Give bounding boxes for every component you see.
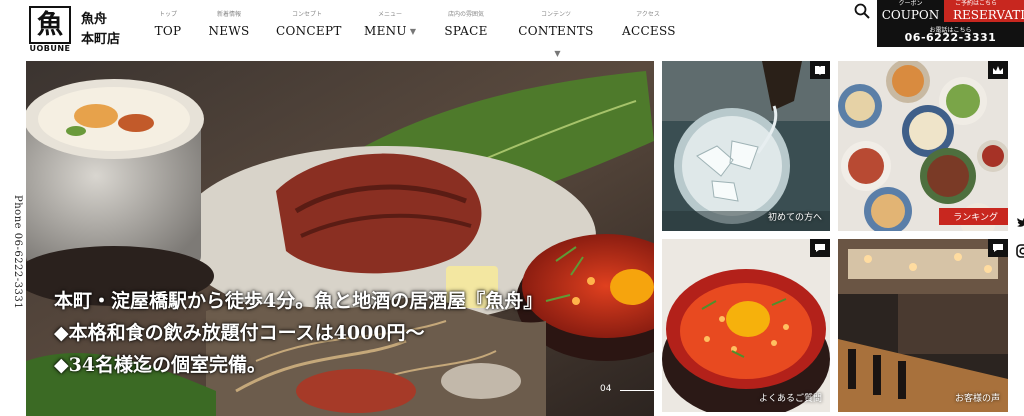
tile-first-visit[interactable]: 初めての方へ <box>662 61 830 231</box>
nav-concept-label: CONCEPT <box>276 24 342 38</box>
tile-faq-badge <box>810 239 830 257</box>
nav-top-label: TOP <box>154 24 182 38</box>
coupon-button[interactable]: クーポン COUPON <box>877 0 944 22</box>
nav-space-label: SPACE <box>444 24 488 38</box>
shop-name-line1: 魚舟 <box>81 12 108 27</box>
nav-contents[interactable]: コンテンツ CONTENTS ▼ <box>516 10 596 61</box>
tile-customer-voice-label: お客様の声 <box>954 394 1000 404</box>
nav-top[interactable]: トップ TOP <box>150 10 186 42</box>
nav-menu[interactable]: メニュー MENU ▼ <box>362 10 418 42</box>
nav-menu-jp: メニュー <box>377 11 402 18</box>
reservation-small-label: ご予約はこちら <box>955 0 998 7</box>
tile-ranking-photo <box>838 61 1008 231</box>
slide-page-indicator: 04 <box>600 384 612 394</box>
chat-icon <box>993 244 1003 252</box>
nav-news[interactable]: 新着情報 NEWS <box>208 10 250 42</box>
nav-menu-label: MENU <box>363 24 407 38</box>
tile-faq[interactable]: よくあるご質問 <box>662 239 830 412</box>
shop-name[interactable]: 魚舟 本町店 <box>81 10 120 50</box>
tile-ranking[interactable]: ランキング <box>838 61 1008 231</box>
nav-access-label: ACCESS <box>622 24 676 38</box>
chat-icon <box>815 244 825 252</box>
hero-caption-line3: ◆34名様迄の個室完備。 <box>54 354 267 376</box>
twitter-icon[interactable] <box>1016 216 1024 230</box>
tile-first-visit-photo <box>662 61 830 231</box>
tile-customer-voice-photo <box>838 239 1008 412</box>
shop-name-line2: 本町店 <box>81 32 121 47</box>
reservation-button[interactable]: ご予約はこちら RESERVATION <box>944 0 1024 22</box>
nav-contents-jp: コンテンツ <box>540 11 571 18</box>
search-icon[interactable] <box>853 2 871 20</box>
tile-first-visit-badge <box>810 61 830 79</box>
nav-concept-jp: コンセプト <box>291 11 322 18</box>
nav-access-jp: アクセス <box>636 11 660 18</box>
book-icon <box>815 66 825 75</box>
tile-customer-voice-badge <box>988 239 1008 257</box>
hero-caption-line1: 本町・淀屋橋駅から徒歩4分。魚と地酒の居酒屋『魚舟』 <box>54 290 543 312</box>
tile-first-visit-label: 初めての方へ <box>767 213 822 223</box>
hero-slideshow[interactable]: 本町・淀屋橋駅から徒歩4分。魚と地酒の居酒屋『魚舟』 ◆本格和食の飲み放題付コー… <box>26 61 654 416</box>
nav-space-jp: 店内の雰囲気 <box>447 11 484 18</box>
nav-concept[interactable]: コンセプト CONCEPT <box>276 10 341 42</box>
logo-text: UOBUNE <box>29 44 71 53</box>
nav-news-jp: 新着情報 <box>216 11 241 18</box>
side-phone-number[interactable]: Phone 06-6222-3331 <box>12 195 23 309</box>
tel-number-link[interactable]: 06-6222-3331 <box>877 31 1024 44</box>
nav-news-label: NEWS <box>208 24 250 38</box>
tile-ranking-badge <box>988 61 1008 79</box>
coupon-label: COUPON <box>881 8 940 22</box>
tile-customer-voice[interactable]: お客様の声 <box>838 239 1008 412</box>
tile-faq-label: よくあるご質問 <box>758 394 822 404</box>
chevron-down-icon: ▼ <box>409 27 417 36</box>
hero-caption: 本町・淀屋橋駅から徒歩4分。魚と地酒の居酒屋『魚舟』 ◆本格和食の飲み放題付コー… <box>54 285 542 381</box>
nav-top-jp: トップ <box>158 11 177 18</box>
logo-kanji: 魚 <box>36 10 63 40</box>
tile-faq-photo <box>662 239 830 412</box>
nav-access[interactable]: アクセス ACCESS <box>622 10 676 42</box>
coupon-small-label: クーポン <box>898 0 923 7</box>
header-cta-panel: クーポン COUPON ご予約はこちら RESERVATION お電話はこちら … <box>877 0 1024 47</box>
chevron-down-icon: ▼ <box>554 49 561 58</box>
instagram-icon[interactable] <box>1016 244 1024 258</box>
tile-ranking-label: ランキング <box>939 208 1008 225</box>
reservation-label: RESERVATION <box>953 8 1024 22</box>
crown-icon <box>993 66 1003 74</box>
hero-caption-line2: ◆本格和食の飲み放題付コースは4000円～ <box>54 322 425 344</box>
logo-mark[interactable]: 魚 <box>29 6 71 44</box>
slide-progress-line <box>620 390 654 391</box>
nav-space[interactable]: 店内の雰囲気 SPACE <box>440 10 492 42</box>
nav-contents-label: CONTENTS <box>518 24 594 38</box>
